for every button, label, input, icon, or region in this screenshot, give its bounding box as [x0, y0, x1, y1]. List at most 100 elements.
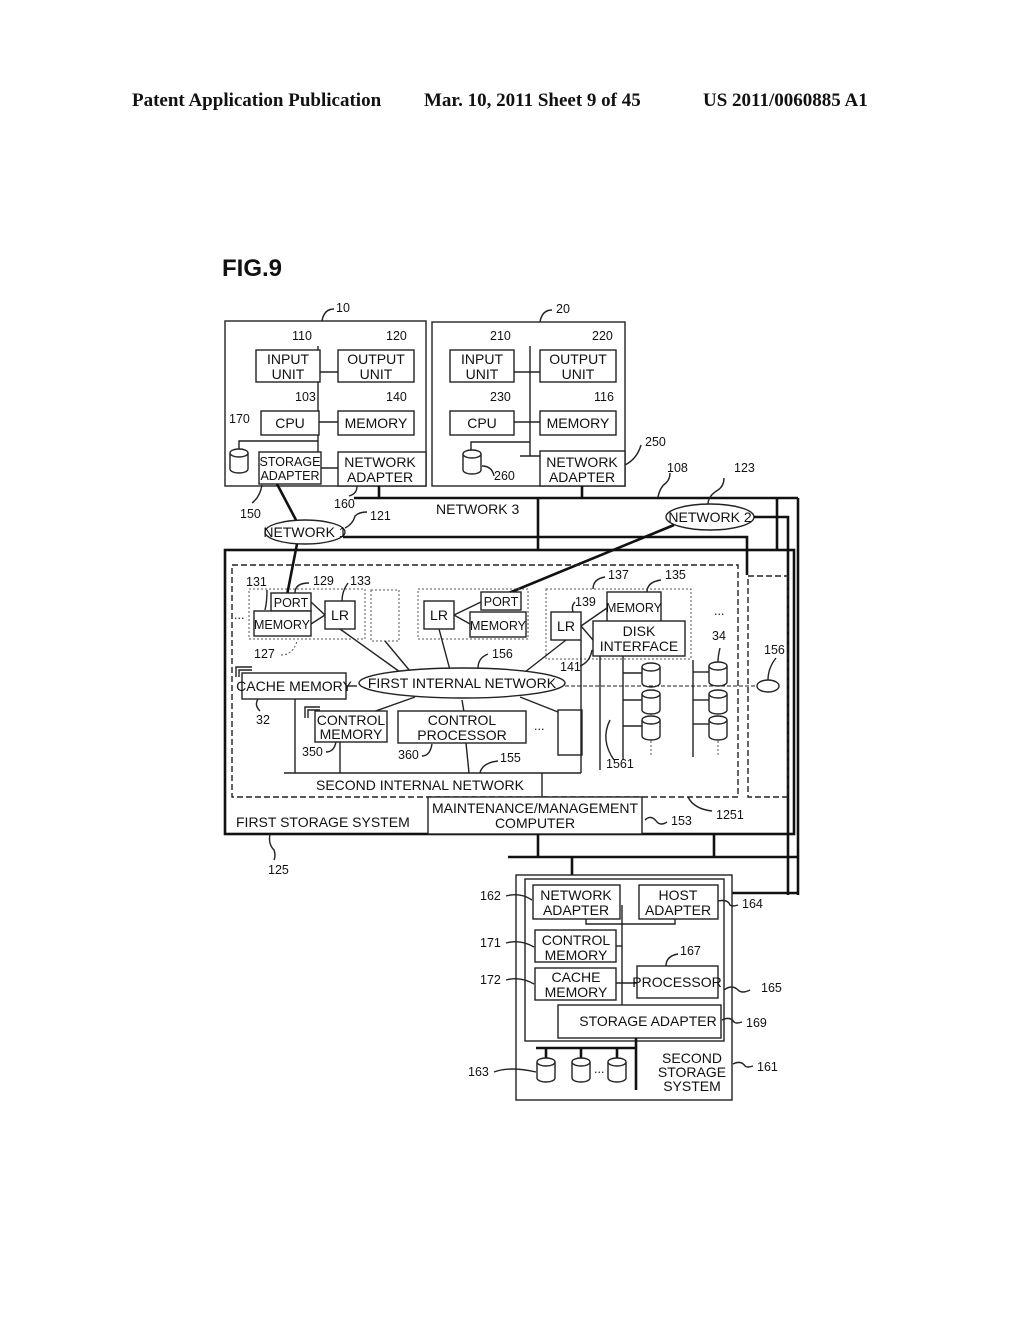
svg-text:230: 230	[490, 390, 511, 404]
svg-text:135: 135	[665, 568, 686, 582]
svg-text:34: 34	[712, 629, 726, 643]
svg-text:CACHE: CACHE	[551, 969, 600, 985]
svg-text:125: 125	[268, 863, 289, 877]
svg-text:20: 20	[556, 302, 570, 316]
disk-icon	[708, 715, 728, 741]
first-storage-label: FIRST STORAGE SYSTEM	[236, 814, 410, 830]
svg-text:103: 103	[295, 390, 316, 404]
svg-text:131: 131	[246, 575, 267, 589]
svg-text:CPU: CPU	[275, 415, 305, 431]
svg-text:1251: 1251	[716, 808, 744, 822]
svg-text:PROCESSOR: PROCESSOR	[417, 727, 506, 743]
svg-text:167: 167	[680, 944, 701, 958]
svg-text:CONTROL: CONTROL	[542, 932, 611, 948]
disk-icon	[641, 662, 661, 688]
svg-text:OUTPUT: OUTPUT	[347, 351, 405, 367]
svg-text:NETWORK: NETWORK	[344, 454, 416, 470]
svg-text:MEMORY: MEMORY	[254, 618, 311, 632]
svg-text:CACHE MEMORY: CACHE MEMORY	[236, 678, 352, 694]
network3-label: NETWORK 3	[436, 501, 519, 517]
empty-slot	[370, 589, 400, 642]
svg-text:133: 133	[350, 574, 371, 588]
svg-text:141: 141	[560, 660, 581, 674]
svg-text:...: ...	[714, 604, 724, 618]
svg-text:171: 171	[480, 936, 501, 950]
svg-text:INPUT: INPUT	[461, 351, 503, 367]
svg-text:156: 156	[492, 647, 513, 661]
svg-text:NETWORK: NETWORK	[546, 454, 618, 470]
ss-disk-icon	[607, 1057, 627, 1083]
svg-text:INPUT: INPUT	[267, 351, 309, 367]
svg-text:COMPUTER: COMPUTER	[495, 815, 575, 831]
svg-text:MEMORY: MEMORY	[345, 415, 408, 431]
svg-text:UNIT: UNIT	[360, 366, 393, 382]
svg-text:121: 121	[370, 509, 391, 523]
unnamed-module	[557, 709, 583, 756]
ss-disk-icon	[536, 1057, 556, 1083]
host1-disk-icon	[229, 448, 249, 474]
svg-text:NETWORK: NETWORK	[540, 887, 612, 903]
svg-text:...: ...	[234, 608, 244, 622]
second-storage-system: 165 NETWORK ADAPTER 162 HOST ADAPTER 164…	[468, 874, 782, 1101]
disk-icon	[641, 715, 661, 741]
first-storage-system: FIRST STORAGE SYSTEM 125 1251 ... PORT M…	[223, 548, 796, 877]
svg-text:PORT: PORT	[274, 596, 309, 610]
svg-text:116: 116	[594, 390, 614, 404]
svg-text:LR: LR	[430, 607, 448, 623]
svg-text:137: 137	[608, 568, 629, 582]
svg-text:CONTROL: CONTROL	[428, 712, 497, 728]
svg-text:MEMORY: MEMORY	[470, 619, 527, 633]
svg-text:163: 163	[468, 1065, 489, 1079]
svg-text:DISK: DISK	[623, 623, 656, 639]
svg-text:LR: LR	[557, 618, 575, 634]
svg-text:OUTPUT: OUTPUT	[549, 351, 607, 367]
svg-text:162: 162	[480, 889, 501, 903]
svg-text:UNIT: UNIT	[562, 366, 595, 382]
disk-icon	[708, 661, 728, 687]
side-network-ellipse	[756, 679, 780, 693]
svg-text:STORAGE ADAPTER: STORAGE ADAPTER	[579, 1013, 716, 1029]
second-internal-network: SECOND INTERNAL NETWORK	[316, 777, 525, 793]
svg-text:129: 129	[313, 574, 334, 588]
svg-text:MEMORY: MEMORY	[606, 601, 663, 615]
svg-text:120: 120	[386, 329, 407, 343]
svg-text:153: 153	[671, 814, 692, 828]
svg-text:164: 164	[742, 897, 763, 911]
svg-text:PORT: PORT	[484, 595, 519, 609]
svg-text:MEMORY: MEMORY	[547, 415, 610, 431]
disk-icon	[708, 689, 728, 715]
svg-text:160: 160	[334, 497, 355, 511]
host2-disk-icon	[462, 449, 482, 475]
host-computer-1: 10 INPUT UNIT 110 OUTPUT UNIT 120 CPU 10…	[224, 301, 427, 521]
svg-text:110: 110	[292, 329, 312, 343]
svg-text:MEMORY: MEMORY	[320, 726, 383, 742]
svg-text:172: 172	[480, 973, 501, 987]
svg-text:...: ...	[594, 1062, 604, 1076]
svg-text:250: 250	[645, 435, 666, 449]
svg-text:STORAGE: STORAGE	[260, 455, 321, 469]
svg-text:32: 32	[256, 713, 270, 727]
svg-text:UNIT: UNIT	[272, 366, 305, 382]
ss-disk-icon	[571, 1057, 591, 1083]
svg-text:ADAPTER: ADAPTER	[645, 902, 711, 918]
svg-text:161: 161	[757, 1060, 778, 1074]
svg-text:CPU: CPU	[467, 415, 497, 431]
svg-text:350: 350	[302, 745, 323, 759]
svg-text:MEMORY: MEMORY	[545, 984, 608, 1000]
svg-text:LR: LR	[331, 607, 349, 623]
svg-text:INTERFACE: INTERFACE	[600, 638, 679, 654]
svg-text:ADAPTER: ADAPTER	[543, 902, 609, 918]
svg-text:108: 108	[667, 461, 688, 475]
svg-text:170: 170	[229, 412, 250, 426]
svg-text:260: 260	[494, 469, 515, 483]
svg-text:UNIT: UNIT	[466, 366, 499, 382]
host-computer-2: 20 INPUT UNIT 210 OUTPUT UNIT 220 CPU 23…	[431, 302, 666, 487]
svg-text:MEMORY: MEMORY	[545, 947, 608, 963]
svg-text:123: 123	[734, 461, 755, 475]
svg-text:140: 140	[386, 390, 407, 404]
svg-text:155: 155	[500, 751, 521, 765]
host1-ref: 10	[336, 301, 350, 315]
svg-text:150: 150	[240, 507, 261, 521]
svg-text:FIRST INTERNAL NETWORK: FIRST INTERNAL NETWORK	[368, 675, 557, 691]
svg-text:NETWORK 1: NETWORK 1	[263, 524, 346, 540]
